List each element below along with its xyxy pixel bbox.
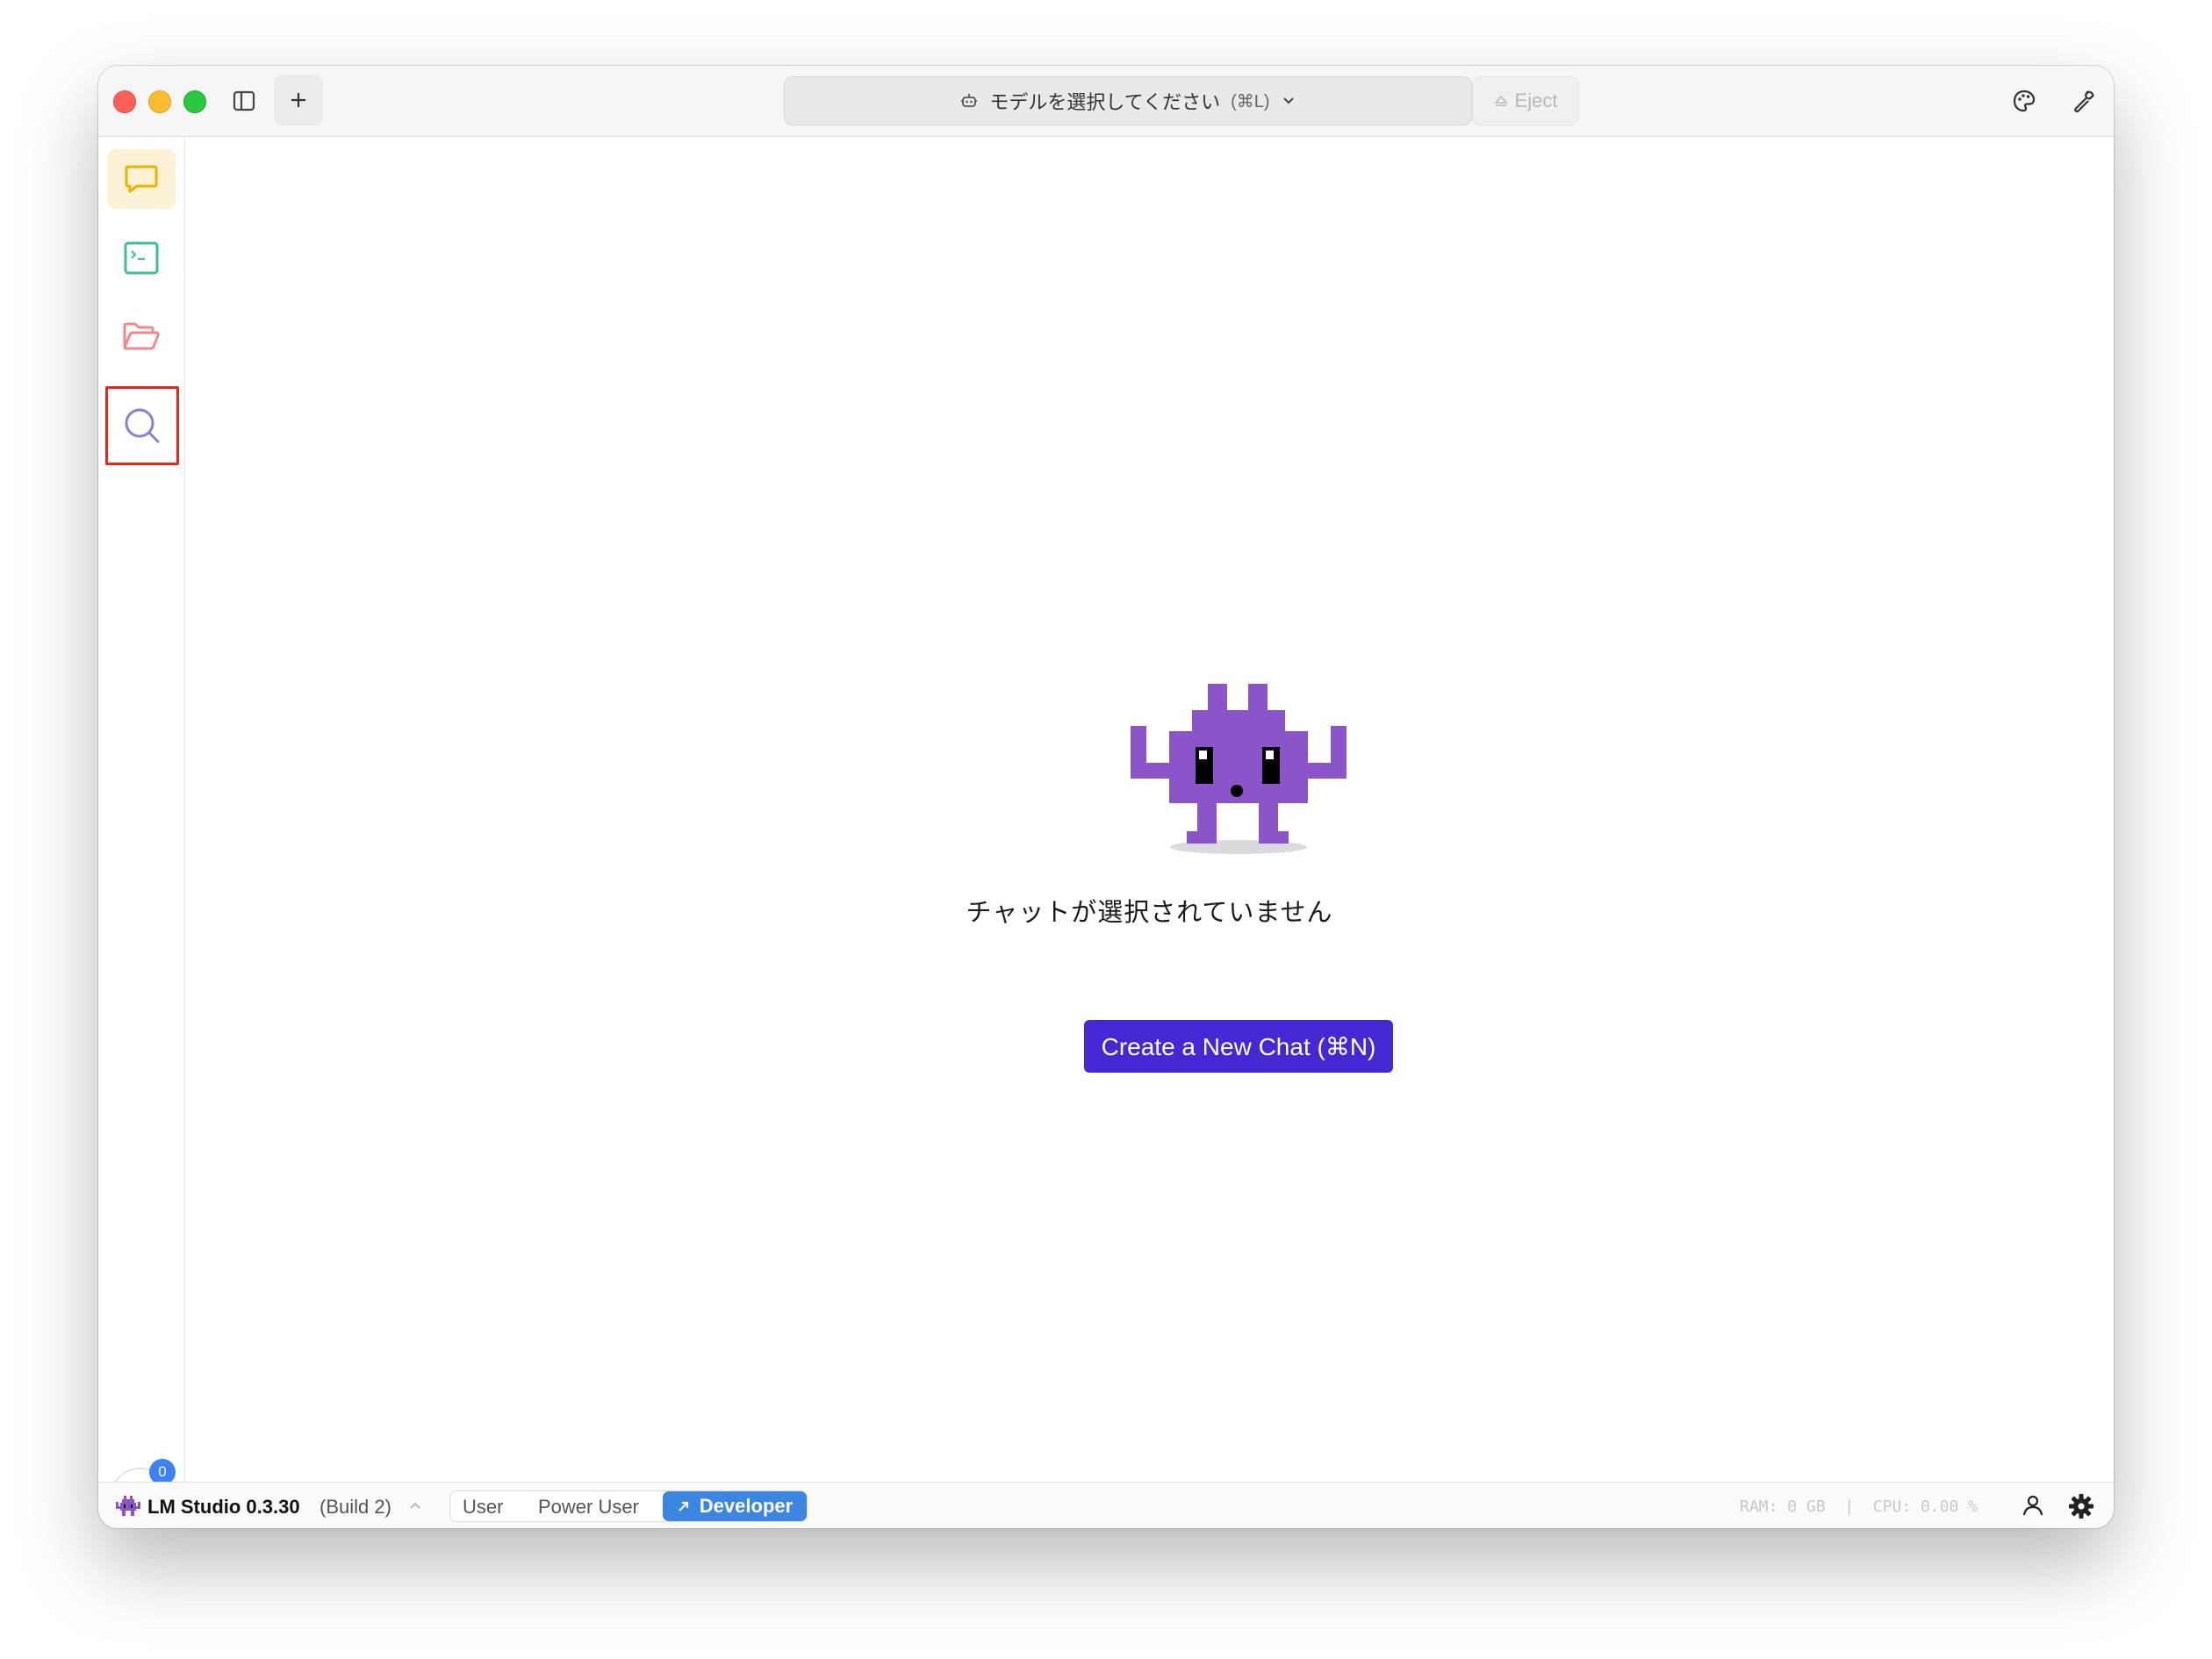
sidebar-item-my-models[interactable]	[107, 307, 176, 367]
eject-icon	[1493, 95, 1508, 106]
sidebar-item-chat[interactable]	[107, 149, 176, 209]
create-new-chat-button[interactable]: Create a New Chat (⌘N)	[1084, 1020, 1393, 1073]
terminal-icon	[124, 241, 159, 275]
chevron-down-icon	[1282, 97, 1294, 104]
cpu-usage: CPU: 0.00 %	[1872, 1497, 1978, 1516]
model-selector-label: モデルを選択してください	[989, 91, 1221, 113]
eject-label: Eject	[1514, 90, 1558, 111]
close-window-button[interactable]	[113, 90, 136, 113]
no-chat-selected-message: チャットが選択されていません	[966, 899, 1333, 927]
plus-icon	[291, 93, 305, 107]
mascot-illustration	[1131, 684, 1347, 854]
user-icon	[2022, 1495, 2043, 1516]
app-settings-button[interactable]	[2068, 1493, 2094, 1525]
sidebar-toggle-icon	[233, 90, 255, 111]
status-bar: LM Studio 0.3.30 (Build 2) User Power Us…	[98, 1482, 2114, 1528]
resource-usage: RAM: 0 GB | CPU: 0.00 %	[1740, 1497, 1978, 1516]
gear-icon	[2069, 1494, 2094, 1519]
arrow-up-right-icon	[679, 1501, 688, 1512]
robot-icon	[961, 94, 978, 107]
app-version-name[interactable]: LM Studio 0.3.30	[147, 1496, 300, 1519]
maximize-window-button[interactable]	[183, 90, 206, 113]
minimize-window-button[interactable]	[148, 90, 171, 113]
sidebar-item-developer[interactable]	[107, 228, 176, 288]
mode-developer-option[interactable]: Developer	[663, 1491, 807, 1521]
ram-usage: RAM: 0 GB	[1740, 1497, 1826, 1516]
eject-button[interactable]: Eject	[1472, 76, 1579, 126]
app-window: モデルを選択してください (⌘L) Eject 0 チャットが選択されていません…	[98, 66, 2114, 1528]
settings-wrench-button[interactable]	[2065, 82, 2103, 120]
search-icon	[125, 408, 160, 443]
main-content: チャットが選択されていません Create a New Chat (⌘N)	[185, 137, 2114, 1482]
model-selector-shortcut: (⌘L)	[1231, 91, 1270, 111]
user-profile-button[interactable]	[2021, 1493, 2045, 1523]
folder-icon	[123, 322, 160, 350]
sidebar: 0	[98, 137, 185, 1528]
theme-button[interactable]	[2005, 82, 2043, 120]
chat-bubble-icon	[125, 165, 158, 193]
app-build-label: (Build 2)	[320, 1496, 391, 1518]
chevron-up-icon[interactable]	[407, 1498, 423, 1512]
sidebar-item-discover[interactable]	[105, 386, 179, 465]
ui-mode-switcher: User Power User Developer	[449, 1490, 808, 1522]
title-bar: モデルを選択してください (⌘L) Eject	[98, 66, 2114, 137]
mode-power-user-option[interactable]: Power User	[538, 1496, 639, 1519]
lm-studio-logo-icon	[116, 1496, 140, 1516]
model-selector[interactable]: モデルを選択してください (⌘L)	[784, 76, 1472, 126]
resource-separator: |	[1844, 1497, 1855, 1516]
sidebar-toggle-button[interactable]	[226, 83, 262, 118]
palette-icon	[2013, 90, 2036, 112]
mode-developer-label: Developer	[699, 1495, 794, 1517]
mode-user-option[interactable]: User	[463, 1496, 503, 1519]
new-tab-button[interactable]	[274, 75, 323, 126]
wrench-icon	[2074, 90, 2094, 113]
